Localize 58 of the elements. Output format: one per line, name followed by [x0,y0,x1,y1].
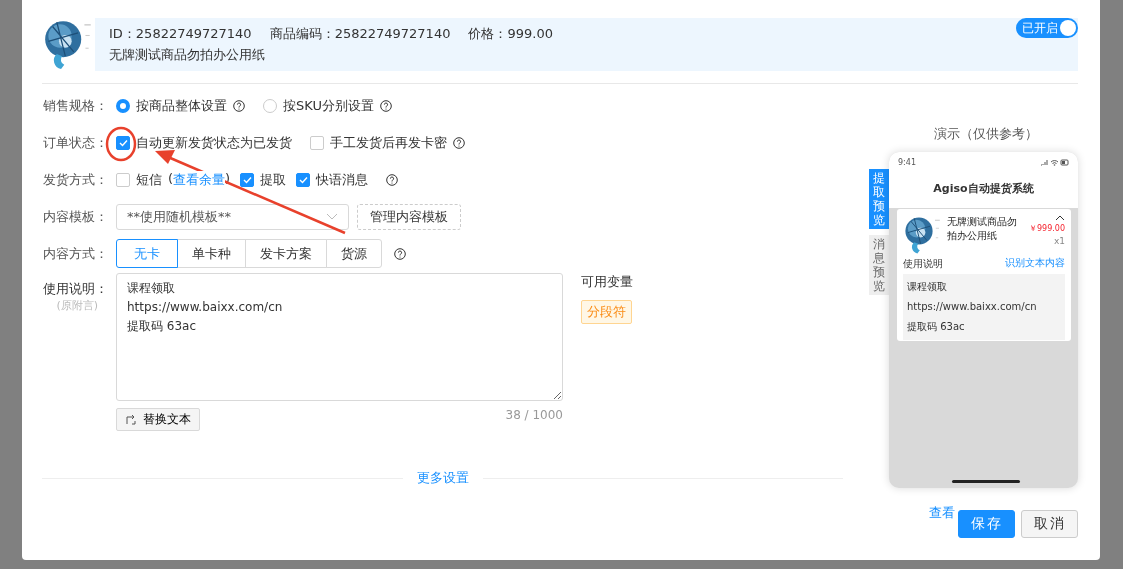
help-icon[interactable] [233,99,245,112]
status-time: 9:41 [898,158,916,167]
field-label: 使用说明： [43,280,108,298]
char-counter: 38 / 1000 [505,408,563,424]
parenthesis: ( [168,170,174,188]
checkbox[interactable] [310,135,324,150]
checkbox-label[interactable]: 提取 [260,170,287,189]
field-label: 内容模板： [42,207,108,226]
checkbox[interactable] [240,172,255,187]
checkbox-label[interactable]: 自动更新发货状态为已发货 [136,133,292,152]
product-name: 无牌测试商品勿拍办公用纸 [109,46,266,64]
segment-tab[interactable]: 货源 [326,239,382,268]
status-icons [1040,159,1070,166]
product-code: 商品编码：25822749727140 [269,25,451,43]
radio-button[interactable] [263,98,277,113]
annotation-circle [105,126,137,162]
quantity: x1 [1053,236,1065,246]
field-label: 订单状态： [42,133,108,152]
help-icon[interactable] [386,173,399,186]
checkbox-label[interactable]: 手工发货后再发卡密 [330,133,447,152]
segment-tab[interactable]: 单卡种 [177,239,246,268]
radio-label[interactable]: 按商品整体设置 [136,96,227,115]
radio-label[interactable]: 按SKU分别设置 [283,96,374,115]
preview-title: 演示（仅供参考） [932,125,1039,143]
field-label: 发货方式： [42,170,108,189]
replace-icon [125,413,137,426]
chevron-up-icon[interactable] [1055,215,1065,221]
instructions-textarea[interactable]: 课程领取 https://www.baixx.com/cn 提取码 63ac [116,273,563,401]
instruction-line: https://www.baixx.com/cn [907,300,1038,314]
product-id: ID：25822749727140 [109,25,252,43]
home-indicator [952,480,1020,483]
checkbox-label[interactable]: 快语消息 [316,170,369,189]
help-icon[interactable] [453,136,465,149]
instruction-line: 课程领取 [907,280,948,294]
replace-text-button[interactable]: 替换文本 [116,408,200,431]
chevron-down-icon [326,213,338,220]
manage-template-button[interactable]: 管理内容模板 [357,203,461,230]
segment-tab[interactable]: 发卡方案 [245,239,327,268]
field-sublabel: (原附言) [56,298,98,313]
checkbox-label[interactable]: 短信 [136,170,162,189]
radio-button[interactable] [116,98,130,113]
help-icon[interactable] [379,99,392,112]
field-label: 销售规格： [42,96,108,115]
field-label: 内容方式： [42,244,108,263]
checkbox[interactable] [116,172,130,187]
section-label: 使用说明 [903,257,943,271]
product-price: ￥999.00 [1029,223,1065,234]
checkbox[interactable] [116,135,130,150]
checkbox[interactable] [296,172,311,187]
variables-title: 可用变量 [581,273,633,291]
template-dropdown[interactable]: **使用随机模板** [116,203,349,230]
help-icon[interactable] [394,247,406,260]
instruction-line: 提取码 63ac [907,320,966,334]
cancel-button[interactable]: 取消 [1021,510,1078,538]
product-price: 价格：999.00 [468,25,553,43]
product-name: 无牌测试商品勿拍办公用纸 [947,215,1018,243]
preview-tab[interactable]: 消息预览 [869,235,889,295]
app-title: Agiso自动提货系统 [932,181,1035,196]
